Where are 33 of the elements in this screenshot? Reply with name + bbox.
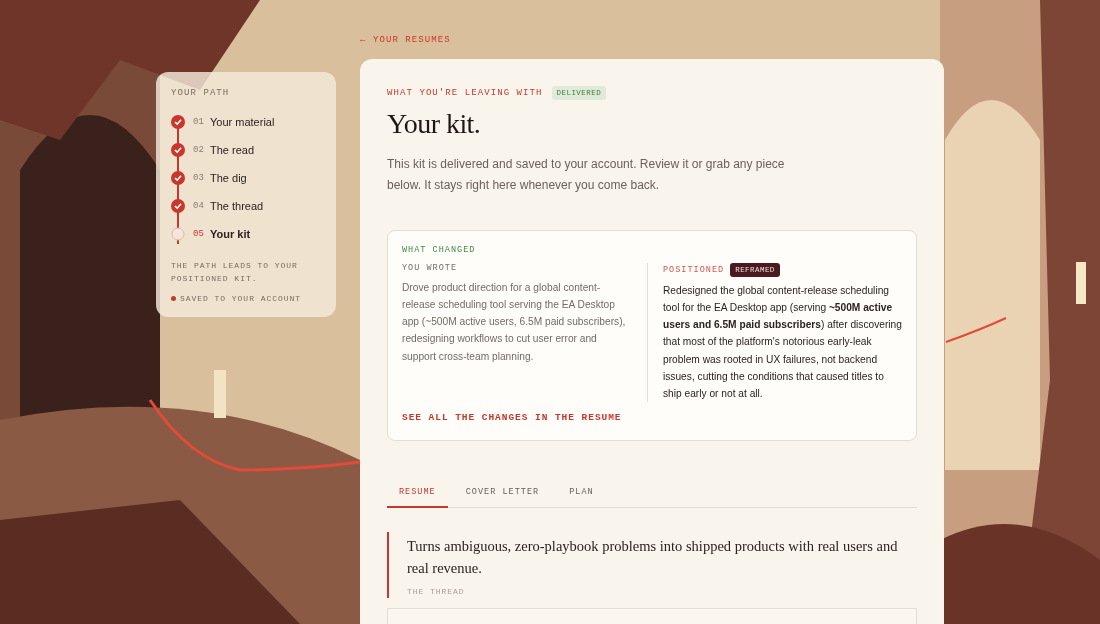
original-text: Drove product direction for a global content-release scheduling tool serving the EA Desktop app (~500M active users, 6.5M paid subscribers), redesigning workflows to cut user error and support cross-team planning.	[402, 281, 627, 364]
step-label: Your kit	[210, 228, 251, 240]
step-item[interactable]: 05 Your kit	[171, 220, 321, 248]
page-title: Your kit.	[387, 108, 482, 140]
quote-text: Turns ambiguous, zero-playbook problems into shipped products with real users and real revenue.	[407, 537, 899, 578]
step-label: The thread	[210, 200, 264, 212]
column-label: POSITIONED	[663, 265, 725, 275]
saved-status: SAVED TO YOUR ACCOUNT	[180, 293, 301, 303]
tab[interactable]: COVER LETTER	[453, 479, 552, 508]
intro-text: This kit is delivered and saved to your account. Review it or grab any piece below. It stays right here whenever you come back.	[387, 156, 786, 194]
section-heading: WHAT CHANGED	[402, 245, 477, 255]
tab[interactable]: PLAN	[557, 479, 606, 508]
positioned-text: Redesigned the global content-release scheduling tool for the EA Desktop app (serving ~500M active users and 6.5M paid subscribers) after discovering that most of the platform's notorious early-leak problem was rooted in UX failures, not backend issues, cutting the conditions that caused titles to ship early or not at all.	[663, 284, 902, 401]
step-item[interactable]: 03 The dig	[171, 164, 321, 192]
step-number: 03	[193, 173, 205, 183]
path-note: THE PATH LEADS TO YOUR POSITIONED KIT.	[171, 260, 299, 285]
status-dot	[171, 295, 176, 301]
step-label: Your material	[210, 116, 275, 128]
step-item[interactable]: 01 Your material	[171, 108, 321, 136]
step-item[interactable]: 02 The read	[171, 136, 321, 164]
step-label: The dig	[210, 172, 247, 184]
step-number: 01	[193, 117, 205, 127]
tab[interactable]: RESUME	[387, 479, 448, 508]
panel-title: YOUR PATH	[171, 88, 231, 98]
eyebrow-label: WHAT YOU'RE LEAVING WITH	[387, 88, 543, 98]
step-number: 04	[193, 201, 205, 211]
column-label: YOU WROTE	[402, 263, 459, 273]
step-item[interactable]: 04 The thread	[171, 192, 321, 220]
step-number: 05	[193, 229, 205, 239]
step-label: The read	[210, 144, 255, 156]
step-number: 02	[193, 145, 205, 155]
changes-link[interactable]: SEE ALL THE CHANGES IN THE RESUME	[402, 412, 622, 423]
quote-caption: THE THREAD	[407, 587, 466, 597]
